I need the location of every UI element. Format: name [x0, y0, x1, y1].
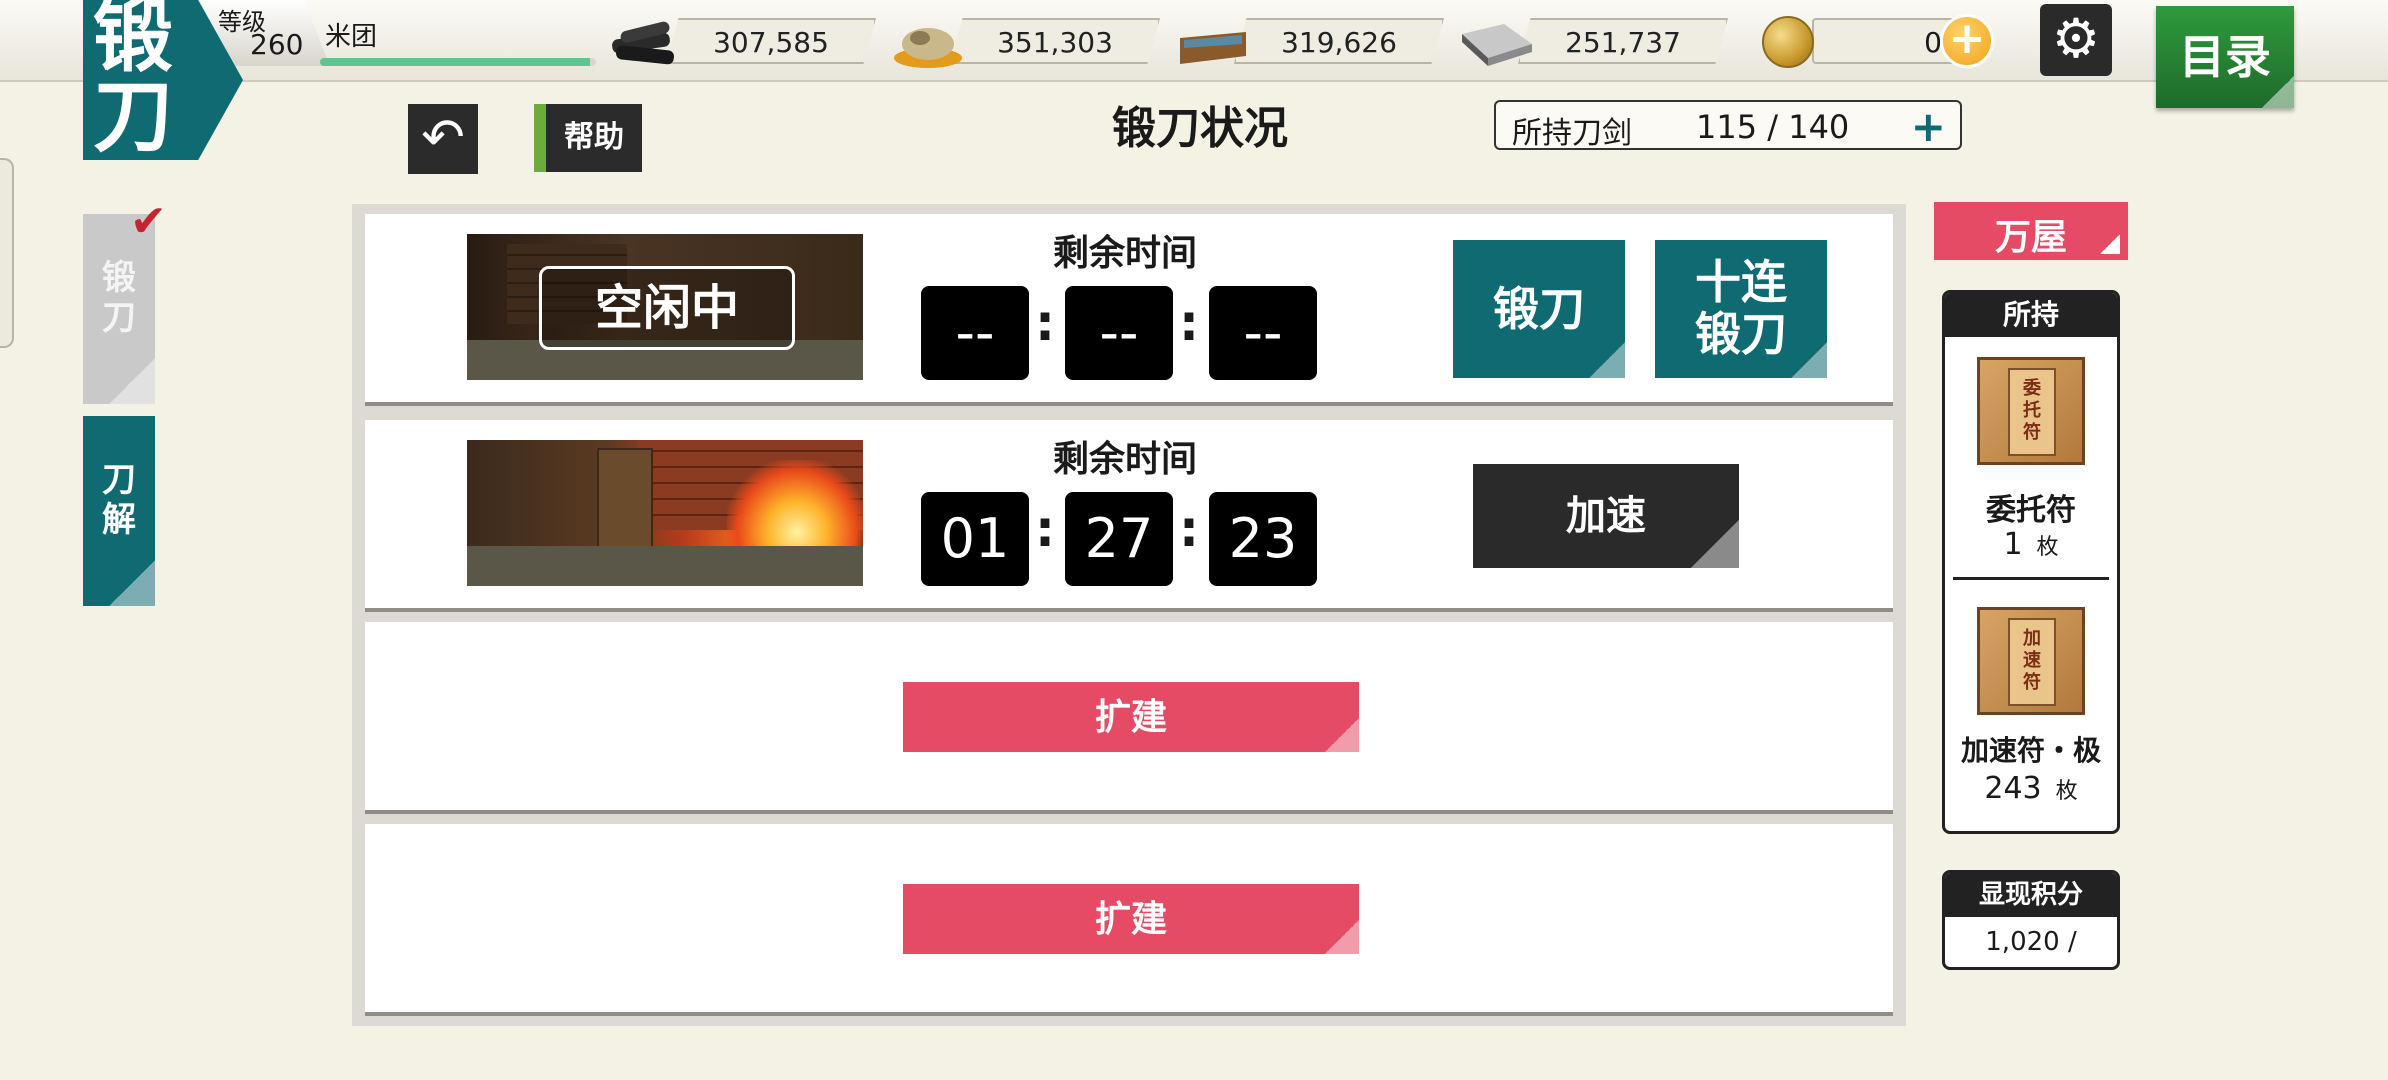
section-title: 锻刀 [93, 0, 173, 163]
coin-value: 0 [1924, 26, 1942, 59]
expand-sword-capacity-button[interactable]: + [1911, 102, 1946, 151]
forge-ten-line2: 锻刀 [1695, 307, 1787, 361]
forge-panel: 空闲中 剩余时间 -- : -- : -- 锻刀 十连 锻刀 剩余时间 01 :… [352, 204, 1906, 1026]
timer-minutes: 27 [1065, 492, 1173, 586]
expand-button[interactable]: 扩建 [903, 884, 1359, 954]
timer-seconds: -- [1209, 286, 1317, 380]
item-count: 1枚 [2003, 527, 2059, 562]
menu-button[interactable]: 目录 [2156, 6, 2294, 108]
timer-colon: : [1179, 294, 1199, 352]
timer-seconds: 23 [1209, 492, 1317, 586]
sword-count-box: 所持刀剑 115 / 140 + [1494, 100, 1962, 151]
gear-icon: ⚙ [2051, 7, 2101, 70]
score-value: 1,020 / 5,000 [1985, 927, 2077, 957]
remaining-time-label: 剩余时间 [1052, 438, 1197, 480]
forge-ten-line1: 十连 [1695, 255, 1787, 309]
charcoal-icon [612, 21, 674, 65]
player-name: 米团 [325, 22, 378, 52]
manifest-score-panel: 显现积分 1,020 / 5,000 [1942, 870, 2120, 970]
back-button[interactable]: ↶ [408, 104, 478, 174]
steel-value: 351,303 [997, 26, 1113, 59]
speedup-talisman-icon[interactable]: 加 速 符 [1977, 607, 2085, 715]
expand-button[interactable]: 扩建 [903, 682, 1359, 752]
coin-icon [1762, 16, 1814, 68]
page-title: 锻刀状况 [1112, 103, 1288, 154]
add-coin-button[interactable]: + [1940, 14, 1994, 68]
timer-colon: : [1035, 294, 1055, 352]
forge-slot-2: 剩余时间 01 : 27 : 23 加速 [365, 420, 1893, 612]
exp-bar [320, 58, 596, 66]
fire-icon [727, 460, 863, 550]
forge-ten-button[interactable]: 十连 锻刀 [1655, 240, 1827, 378]
divider [1953, 577, 2109, 580]
forge-slot-4: 扩建 [365, 824, 1893, 1016]
sword-count-value: 115 / 140 [1696, 108, 1850, 146]
whetstone-icon [1462, 24, 1532, 66]
settings-button[interactable]: ⚙ [2040, 4, 2112, 76]
speedup-button[interactable]: 加速 [1473, 464, 1739, 568]
back-arrow-icon: ↶ [421, 108, 465, 168]
forge-image-idle: 空闲中 [467, 234, 863, 380]
edge-drawer-tab[interactable] [0, 158, 14, 348]
steel-ore-icon [894, 28, 962, 68]
forge-slot-3: 扩建 [365, 622, 1893, 814]
coolant-icon [1180, 32, 1246, 64]
idle-label: 空闲中 [539, 266, 795, 350]
exp-bar-fill [320, 58, 591, 66]
timer-hours: -- [921, 286, 1029, 380]
sword-count-label: 所持刀剑 [1512, 116, 1632, 151]
shop-button[interactable]: 万屋 [1934, 202, 2128, 260]
item-name: 委托符 [1986, 493, 2076, 528]
whetstone-value: 251,737 [1565, 26, 1681, 59]
charcoal-value: 307,585 [713, 26, 829, 59]
score-header: 显现积分 [1945, 873, 2117, 917]
forge-image-active [467, 440, 863, 586]
coolant-value: 319,626 [1281, 26, 1397, 59]
item-name: 加速符・极 [1960, 734, 2101, 767]
forge-button[interactable]: 锻刀 [1453, 240, 1625, 378]
owned-header: 所持 [1945, 293, 2117, 337]
help-button[interactable]: 帮助 [534, 104, 642, 172]
timer-hours: 01 [921, 492, 1029, 586]
timer-colon: : [1179, 500, 1199, 558]
item-count: 243 枚 [1984, 771, 2078, 806]
timer-colon: : [1035, 500, 1055, 558]
tab-dismantle[interactable]: 刀 解 [83, 416, 155, 606]
remaining-time-label: 剩余时间 [1052, 232, 1197, 274]
timer-minutes: -- [1065, 286, 1173, 380]
active-check-icon: ✔ [130, 196, 167, 247]
level-value: 260 [250, 28, 304, 61]
owned-items-panel: 所持 委 托 符 委托符 1枚 加 速 符 加速符・极 243 枚 [1942, 290, 2120, 834]
forge-slot-1: 空闲中 剩余时间 -- : -- : -- 锻刀 十连 锻刀 [365, 214, 1893, 406]
request-talisman-icon[interactable]: 委 托 符 [1977, 357, 2085, 465]
